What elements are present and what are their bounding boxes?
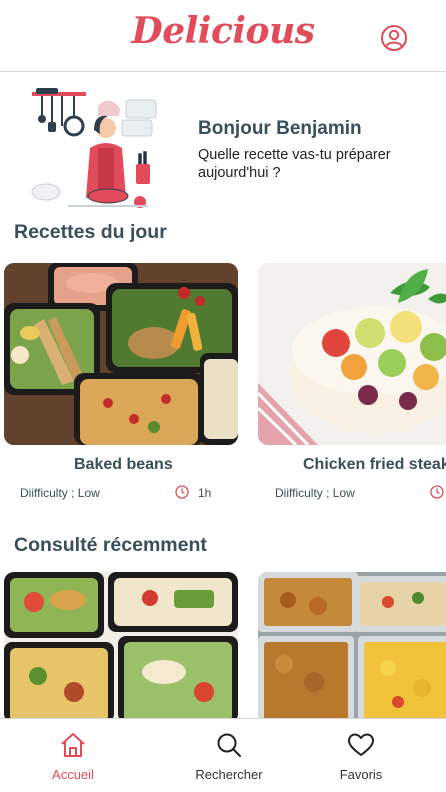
nav-item-accueil[interactable]: Accueil xyxy=(20,719,126,792)
nav-label-accueil: Accueil xyxy=(52,767,94,782)
chef-illustration xyxy=(31,88,157,208)
greeting-text: Bonjour Benjamin xyxy=(198,118,362,139)
nav-label-rechercher: Rechercher xyxy=(195,767,263,782)
recipe-name[interactable]: Baked beans xyxy=(74,456,173,474)
recipe-name[interactable]: Chicken fried steak xyxy=(303,456,446,474)
recipe-difficulty: Diifficulty ; Low xyxy=(275,486,355,500)
meal-boxes-photo xyxy=(4,572,238,722)
app-header: Delicious xyxy=(0,0,446,72)
fruit-salad-photo xyxy=(258,263,446,445)
clock-icon xyxy=(175,485,189,499)
heart-icon xyxy=(348,733,374,756)
home-icon xyxy=(61,733,85,757)
nav-item-rechercher[interactable]: Rechercher xyxy=(176,719,282,792)
meal-prep-photo xyxy=(4,263,238,445)
hero-section: Bonjour Benjamin Quelle recette vas-tu p… xyxy=(0,72,446,222)
clock-icon xyxy=(430,485,444,499)
recent-recipe-image-1[interactable] xyxy=(4,572,238,722)
daily-recipes-title: Recettes du jour xyxy=(14,221,167,243)
bottom-navigation: Accueil Rechercher Favoris xyxy=(0,718,446,792)
recipe-card-image-chicken-fried-steak[interactable] xyxy=(258,263,446,445)
recipe-card-image-baked-beans[interactable] xyxy=(4,263,238,445)
buffet-trays-photo xyxy=(258,572,446,722)
nav-item-favoris[interactable]: Favoris xyxy=(308,719,414,792)
recipe-question: Quelle recette vas-tu préparer aujourd'h… xyxy=(198,147,391,181)
recent-recipes-title: Consulté récemment xyxy=(14,534,207,556)
nav-label-favoris: Favoris xyxy=(339,767,383,782)
recipe-difficulty: Diifficulty ; Low xyxy=(20,486,100,500)
user-circle-icon[interactable] xyxy=(380,24,408,52)
recent-recipe-image-2[interactable] xyxy=(258,572,446,722)
search-icon xyxy=(217,733,241,757)
recipe-time: 1h xyxy=(198,486,212,500)
